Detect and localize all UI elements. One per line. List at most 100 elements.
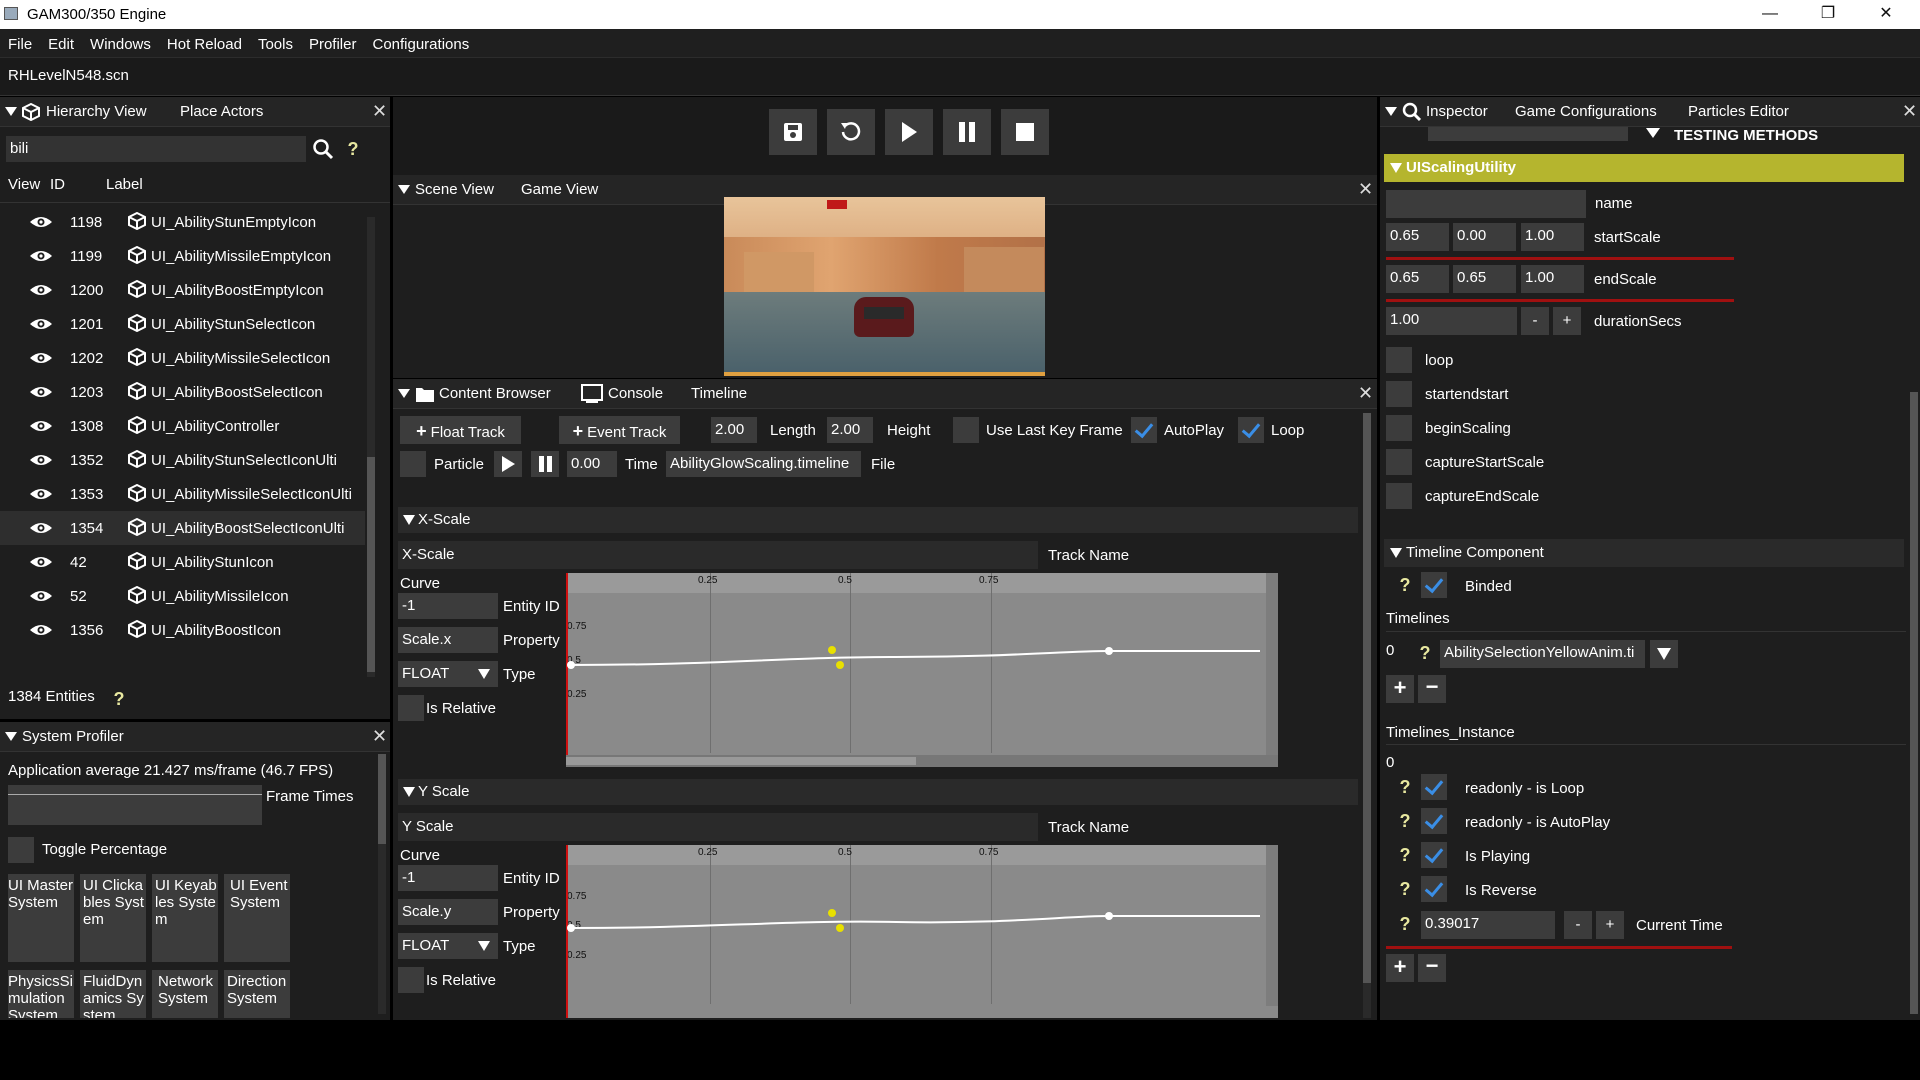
timeline-dropdown-button[interactable] <box>1650 640 1678 668</box>
instance-flag-checkbox[interactable] <box>1421 876 1447 902</box>
eye-icon[interactable] <box>29 419 53 433</box>
curve-editor[interactable]: 0.250.50.750.750.50.25 <box>566 845 1278 1018</box>
eye-icon[interactable] <box>29 555 53 569</box>
float-track-button[interactable]: + Float Track <box>400 416 521 444</box>
minimize-button[interactable]: — <box>1747 2 1793 26</box>
keyframe[interactable] <box>567 661 575 669</box>
scrollbar[interactable] <box>378 754 386 1014</box>
collapse-icon[interactable] <box>398 185 410 194</box>
eye-icon[interactable] <box>29 249 53 263</box>
instance-flag-checkbox[interactable] <box>1421 808 1447 834</box>
flag-checkbox[interactable] <box>1386 483 1412 509</box>
curve-graph[interactable] <box>566 573 1278 767</box>
tangent-handle[interactable] <box>828 646 836 654</box>
dropdown-arrow-icon[interactable] <box>1645 127 1661 139</box>
remove-instance-button[interactable]: − <box>1418 954 1446 982</box>
pause-button[interactable] <box>943 109 991 155</box>
tab-inspector[interactable]: Inspector <box>1426 103 1488 120</box>
scrollbar[interactable] <box>367 217 375 677</box>
help-icon[interactable]: ? <box>1394 913 1416 935</box>
tab-timeline[interactable]: Timeline <box>691 385 747 402</box>
close-icon[interactable]: ✕ <box>1902 101 1917 122</box>
hierarchy-row[interactable]: 42 UI_AbilityStunIcon <box>0 545 365 579</box>
collapse-icon[interactable] <box>1385 107 1397 116</box>
flag-checkbox[interactable] <box>1386 449 1412 475</box>
help-icon[interactable]: ? <box>108 688 130 710</box>
collapse-icon[interactable] <box>5 107 17 116</box>
eye-icon[interactable] <box>29 351 53 365</box>
keyframe[interactable] <box>1105 912 1113 920</box>
time-input[interactable]: 0.00 <box>567 451 617 477</box>
tangent-handle[interactable] <box>828 909 836 917</box>
eye-icon[interactable] <box>29 589 53 603</box>
loop-checkbox[interactable] <box>1238 417 1264 443</box>
eye-icon[interactable] <box>29 623 53 637</box>
hierarchy-row[interactable]: 1201 UI_AbilityStunSelectIcon <box>0 307 365 341</box>
hierarchy-row[interactable]: 1203 UI_AbilityBoostSelectIcon <box>0 375 365 409</box>
duration-input[interactable]: 1.00 <box>1386 307 1517 335</box>
collapse-icon[interactable] <box>398 389 410 398</box>
hierarchy-row[interactable]: 1356 UI_AbilityBoostIcon <box>0 613 365 647</box>
close-icon[interactable]: ✕ <box>372 101 387 122</box>
system-box[interactable]: UI Event System <box>224 874 290 962</box>
start-scale-y[interactable]: 0.00 <box>1453 223 1516 251</box>
tab-particles-editor[interactable]: Particles Editor <box>1688 103 1789 120</box>
timeline-select[interactable]: AbilitySelectionYellowAnim.ti <box>1440 640 1645 668</box>
track-header[interactable]: X-Scale <box>398 507 1358 533</box>
eye-icon[interactable] <box>29 385 53 399</box>
autoplay-checkbox[interactable] <box>1131 417 1157 443</box>
current-time-plus-button[interactable]: + <box>1596 911 1624 939</box>
tab-content-browser[interactable]: Content Browser <box>439 385 551 402</box>
system-box[interactable]: FluidDynamics System <box>80 970 146 1018</box>
timeline-component-header[interactable]: Timeline Component <box>1384 539 1904 567</box>
help-icon[interactable]: ? <box>1394 844 1416 866</box>
type-select[interactable]: FLOAT <box>398 933 498 959</box>
stop-button[interactable] <box>1001 109 1049 155</box>
collapse-icon[interactable] <box>5 732 17 741</box>
timeline-play-button[interactable] <box>494 451 522 477</box>
help-icon[interactable]: ? <box>342 138 364 160</box>
flag-checkbox[interactable] <box>1386 381 1412 407</box>
end-scale-z[interactable]: 1.00 <box>1521 265 1584 293</box>
current-time-input[interactable]: 0.39017 <box>1421 911 1555 939</box>
toggle-percentage-checkbox[interactable] <box>8 837 34 863</box>
tab-game-view[interactable]: Game View <box>521 181 598 198</box>
length-input[interactable]: 2.00 <box>711 417 757 443</box>
start-scale-z[interactable]: 1.00 <box>1521 223 1584 251</box>
menu-tools[interactable]: Tools <box>250 29 301 53</box>
game-viewport[interactable] <box>724 197 1045 376</box>
tab-game-configurations[interactable]: Game Configurations <box>1515 103 1657 120</box>
tangent-handle[interactable] <box>836 661 844 669</box>
hierarchy-row[interactable]: 1199 UI_AbilityMissileEmptyIcon <box>0 239 365 273</box>
save-button[interactable] <box>769 109 817 155</box>
use-last-key-frame-checkbox[interactable] <box>953 417 979 443</box>
add-instance-button[interactable]: + <box>1386 954 1414 982</box>
duration-plus-button[interactable]: + <box>1553 307 1581 335</box>
help-icon[interactable]: ? <box>1414 642 1436 664</box>
event-track-button[interactable]: + Event Track <box>559 416 680 444</box>
hierarchy-row[interactable]: 1198 UI_AbilityStunEmptyIcon <box>0 205 365 239</box>
track-name-input[interactable]: Y Scale <box>398 813 1038 841</box>
end-scale-x[interactable]: 0.65 <box>1386 265 1449 293</box>
timeline-file-input[interactable]: AbilityGlowScaling.timeline <box>666 451 861 477</box>
tab-console[interactable]: Console <box>608 385 663 402</box>
is-relative-checkbox[interactable] <box>398 695 424 721</box>
system-box[interactable]: UI Keyables System <box>152 874 218 962</box>
help-icon[interactable]: ? <box>1394 776 1416 798</box>
entity-id-input[interactable]: -1 <box>398 865 498 891</box>
help-icon[interactable]: ? <box>1394 574 1416 596</box>
eye-icon[interactable] <box>29 317 53 331</box>
system-box[interactable]: Network System <box>152 970 218 1018</box>
help-icon[interactable]: ? <box>1394 810 1416 832</box>
tab-hierarchy-view[interactable]: Hierarchy View <box>46 103 147 120</box>
system-box[interactable]: UI Master System <box>8 874 74 962</box>
property-input[interactable]: Scale.y <box>398 899 498 925</box>
track-header[interactable]: Y Scale <box>398 779 1358 805</box>
curve-editor[interactable]: 0.250.50.750.750.50.25 <box>566 573 1278 767</box>
menu-configurations[interactable]: Configurations <box>364 29 477 53</box>
hierarchy-row[interactable]: 1352 UI_AbilityStunSelectIconUlti <box>0 443 365 477</box>
menu-windows[interactable]: Windows <box>82 29 159 53</box>
hierarchy-row[interactable]: 1353 UI_AbilityMissileSelectIconUlti <box>0 477 365 511</box>
add-timeline-button[interactable]: + <box>1386 675 1414 703</box>
flag-checkbox[interactable] <box>1386 347 1412 373</box>
